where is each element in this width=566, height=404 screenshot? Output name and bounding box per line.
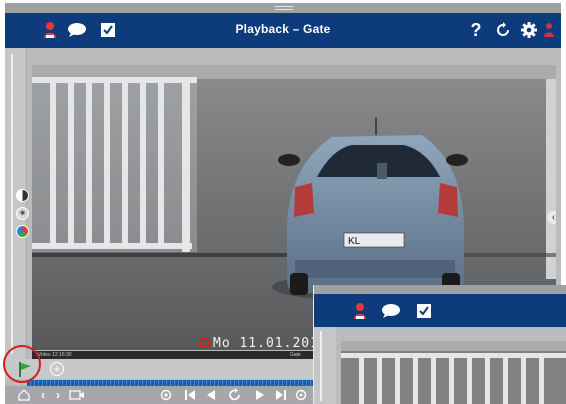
chevron-right-icon[interactable]: ›	[53, 388, 63, 402]
rewind-icon[interactable]	[227, 388, 243, 402]
inset-video-view	[341, 341, 566, 404]
video-date-overlay: Mo 11.01.2016	[213, 336, 328, 351]
user-icon[interactable]	[542, 19, 556, 41]
gear-icon[interactable]	[518, 19, 540, 41]
next-frame-arrow-icon[interactable]: ‹	[547, 211, 556, 224]
home-icon[interactable]	[17, 388, 31, 402]
settings-gear-icon[interactable]	[158, 388, 174, 402]
brightness-icon[interactable]: ✷	[16, 207, 29, 220]
skip-end-icon[interactable]	[275, 388, 287, 402]
color-wheel-icon[interactable]	[16, 225, 29, 238]
refresh-icon[interactable]	[492, 19, 514, 41]
inset-title-bar	[314, 294, 566, 327]
timeline-camera-label: Gate	[290, 352, 301, 358]
checkbox-icon[interactable]	[416, 303, 432, 324]
user-icon[interactable]	[353, 302, 367, 325]
step-forward-icon[interactable]	[254, 388, 266, 402]
license-plate-text: KL	[348, 236, 361, 247]
recording-indicator-icon	[200, 338, 210, 348]
timeline-start-label: Video 12:16:30	[38, 352, 72, 358]
top-drag-handle[interactable]	[5, 3, 561, 13]
title-bar: Playback – Gate ?	[5, 13, 561, 48]
bell-icon[interactable]	[294, 388, 308, 402]
skip-start-icon[interactable]	[184, 388, 196, 402]
zoom-in-icon[interactable]: +	[50, 362, 64, 376]
flag-highlight-circle	[3, 345, 41, 383]
step-back-icon[interactable]	[205, 388, 217, 402]
inset-screenshot	[313, 285, 566, 404]
contrast-icon[interactable]	[16, 189, 29, 202]
chevron-left-icon[interactable]: ‹	[38, 388, 48, 402]
camera-icon[interactable]	[68, 388, 86, 402]
help-icon[interactable]: ?	[465, 19, 487, 41]
chat-bubble-icon[interactable]	[381, 303, 401, 324]
